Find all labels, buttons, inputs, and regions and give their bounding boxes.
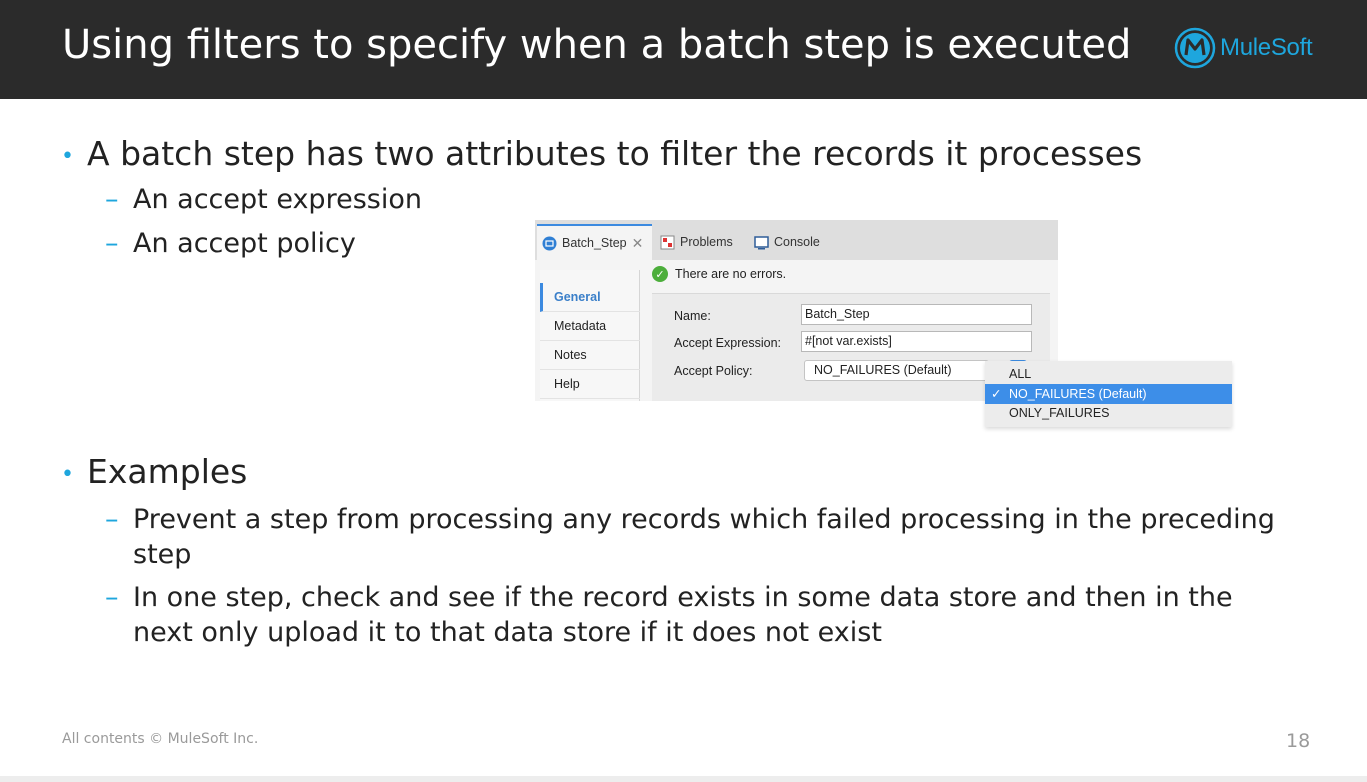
tab-label: Batch_Step <box>562 236 627 250</box>
option-only-failures[interactable]: ONLY_FAILURES <box>985 403 1232 423</box>
bullet-dot: • <box>61 144 74 169</box>
bullet-dot: • <box>61 462 74 487</box>
option-all[interactable]: ALL <box>985 364 1232 384</box>
nav-item-help[interactable]: Help <box>540 370 640 399</box>
tab-bar: Batch_Step ✕ Problems Console <box>535 220 1058 260</box>
bullet-main-1: • A batch step has two attributes to fil… <box>61 134 1143 173</box>
bottom-strip <box>0 776 1367 782</box>
option-no-failures[interactable]: ✓ NO_FAILURES (Default) <box>985 384 1232 404</box>
sub-bullet: – In one step, check and see if the reco… <box>105 582 1233 648</box>
tab-label: Console <box>774 235 820 249</box>
nav-item-metadata[interactable]: Metadata <box>540 312 640 341</box>
close-icon[interactable]: ✕ <box>632 235 644 252</box>
sub-bullet-text: An accept policy <box>133 228 356 259</box>
sub-bullet: – Prevent a step from processing any rec… <box>105 504 1275 570</box>
logo-text: MuleSoft <box>1220 34 1313 61</box>
name-field[interactable]: Batch_Step <box>801 304 1032 325</box>
status-message: ✓ There are no errors. <box>652 266 786 282</box>
tab-batch-step[interactable]: Batch_Step ✕ <box>537 224 652 260</box>
mulesoft-logo-icon <box>1174 27 1216 69</box>
status-text: There are no errors. <box>675 267 787 281</box>
slide-header: Using filters to specify when a batch st… <box>0 0 1367 99</box>
accept-expression-label: Accept Expression: <box>674 336 781 350</box>
accept-policy-label: Accept Policy: <box>674 364 753 378</box>
footer-copyright: All contents © MuleSoft Inc. <box>62 731 259 747</box>
name-label: Name: <box>674 309 711 323</box>
tab-label: Problems <box>680 235 733 249</box>
bullet-main-2: • Examples <box>61 452 248 491</box>
sub-bullet: – An accept policy <box>105 228 356 259</box>
tab-problems[interactable]: Problems <box>660 224 733 260</box>
batch-step-properties-panel: Batch_Step ✕ Problems Console ✓ There ar… <box>535 220 1058 401</box>
sub-bullet: – An accept expression <box>105 184 422 215</box>
slide-title: Using filters to specify when a batch st… <box>62 22 1132 68</box>
tab-console[interactable]: Console <box>754 224 820 260</box>
page-number: 18 <box>1286 730 1311 752</box>
sub-bullet-text: An accept expression <box>133 184 422 215</box>
checkmark-icon: ✓ <box>991 387 1002 401</box>
sub-bullet-text: Prevent a step from processing any recor… <box>133 504 1275 570</box>
bullet-text: Examples <box>87 452 248 491</box>
nav-item-notes[interactable]: Notes <box>540 341 640 370</box>
check-circle-icon: ✓ <box>652 266 668 282</box>
side-nav: General Metadata Notes Help <box>540 270 640 401</box>
accept-policy-select[interactable]: NO_FAILURES (Default) <box>804 360 989 381</box>
sub-bullet-text: In one step, check and see if the record… <box>133 582 1233 648</box>
batch-step-icon <box>542 236 557 250</box>
console-icon <box>754 235 769 249</box>
bullet-text: A batch step has two attributes to filte… <box>87 134 1143 173</box>
mulesoft-logo: MuleSoft <box>1174 27 1313 69</box>
problems-icon <box>660 235 675 249</box>
nav-item-general[interactable]: General <box>540 283 640 312</box>
option-label: NO_FAILURES (Default) <box>1009 387 1147 401</box>
accept-expression-field[interactable]: #[not var.exists] <box>801 331 1032 352</box>
accept-policy-dropdown: ALL ✓ NO_FAILURES (Default) ONLY_FAILURE… <box>985 361 1232 427</box>
